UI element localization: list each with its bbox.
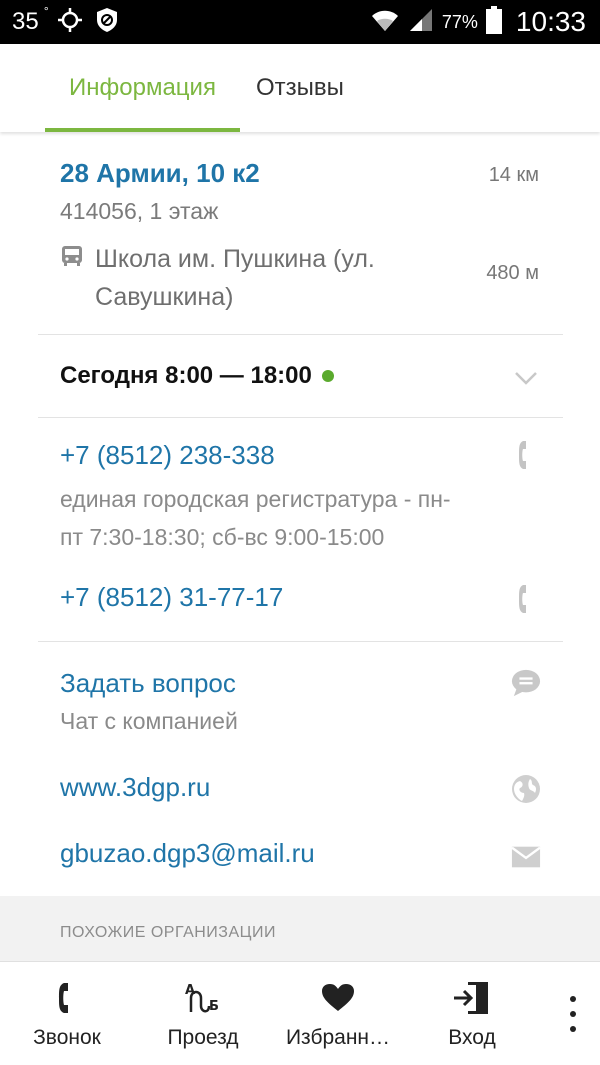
battery-percent: 77% <box>441 11 478 32</box>
address-street: 28 Армии, 10 к2 <box>60 158 260 188</box>
bus-stop-distance: 480 м <box>486 262 539 284</box>
signal-icon <box>408 7 434 37</box>
address-distance: 14 км <box>488 164 539 186</box>
hours-text: Сегодня 8:00 — 18:00 <box>60 362 334 390</box>
phone-icon[interactable] <box>511 440 541 470</box>
chevron-down-icon[interactable] <box>511 363 541 393</box>
phone-row-1[interactable]: +7 (8512) 238-338 единая городская регис… <box>38 418 563 550</box>
envelope-icon[interactable] <box>511 842 541 872</box>
bottom-toolbar: Звонок A Б Проезд Избранн… Вход <box>0 961 600 1065</box>
more-menu-icon[interactable] <box>560 996 586 1032</box>
shield-icon <box>95 7 119 37</box>
bus-stop-name: Школа им. Пушкина (ул. Савушкина) <box>95 245 375 311</box>
phone-icon <box>57 978 77 1018</box>
battery-icon <box>485 6 502 38</box>
login-door-icon <box>452 978 492 1018</box>
temperature: 35 ° <box>12 4 49 35</box>
email-row[interactable]: gbuzao.dgp3@mail.ru <box>38 822 563 892</box>
chat-bubble-icon[interactable] <box>511 668 541 698</box>
clock: 10:33 <box>515 6 586 37</box>
address-details: 414056, 1 этаж <box>60 198 219 224</box>
route-button[interactable]: A Б Проезд <box>133 962 273 1065</box>
email-link[interactable]: gbuzao.dgp3@mail.ru <box>60 838 315 869</box>
bus-icon <box>60 244 86 270</box>
chat-row[interactable]: Задать вопрос Чат с компанией <box>38 642 563 742</box>
tab-information[interactable]: Информация <box>45 44 240 132</box>
chat-label: Задать вопрос <box>60 668 236 698</box>
phone-note-1: единая городская регистратура - пн- пт 7… <box>60 486 451 550</box>
phone-number-2: +7 (8512) 31-77-17 <box>60 582 284 612</box>
phone-number-1: +7 (8512) 238-338 <box>60 440 275 470</box>
open-status-dot <box>321 370 334 382</box>
globe-icon[interactable] <box>511 774 541 804</box>
phone-icon[interactable] <box>511 584 541 614</box>
favorite-button[interactable]: Избранн… <box>268 962 408 1065</box>
call-button[interactable]: Звонок <box>0 962 137 1065</box>
route-ab-icon: A Б <box>183 978 223 1018</box>
login-button[interactable]: Вход <box>402 962 542 1065</box>
status-bar: 35 ° 77% 10:33 <box>0 0 600 44</box>
website-row[interactable]: www.3dgp.ru <box>38 754 563 824</box>
heart-icon <box>321 978 355 1018</box>
tab-reviews[interactable]: Отзывы <box>256 44 344 132</box>
similar-organizations-header: ПОХОЖИЕ ОРГАНИЗАЦИИ <box>0 896 600 961</box>
wifi-icon <box>370 7 400 37</box>
chat-sub: Чат с компанией <box>60 708 238 734</box>
website-link[interactable]: www.3dgp.ru <box>60 772 210 803</box>
address-block[interactable]: 28 Армии, 10 к2 14 км 414056, 1 этаж Шко… <box>38 158 563 338</box>
tab-bar: Информация Отзывы <box>0 44 600 132</box>
gps-icon <box>57 7 83 37</box>
hours-row[interactable]: Сегодня 8:00 — 18:00 <box>38 335 563 417</box>
svg-text:Б: Б <box>209 999 219 1014</box>
phone-row-2[interactable]: +7 (8512) 31-77-17 <box>38 568 563 638</box>
